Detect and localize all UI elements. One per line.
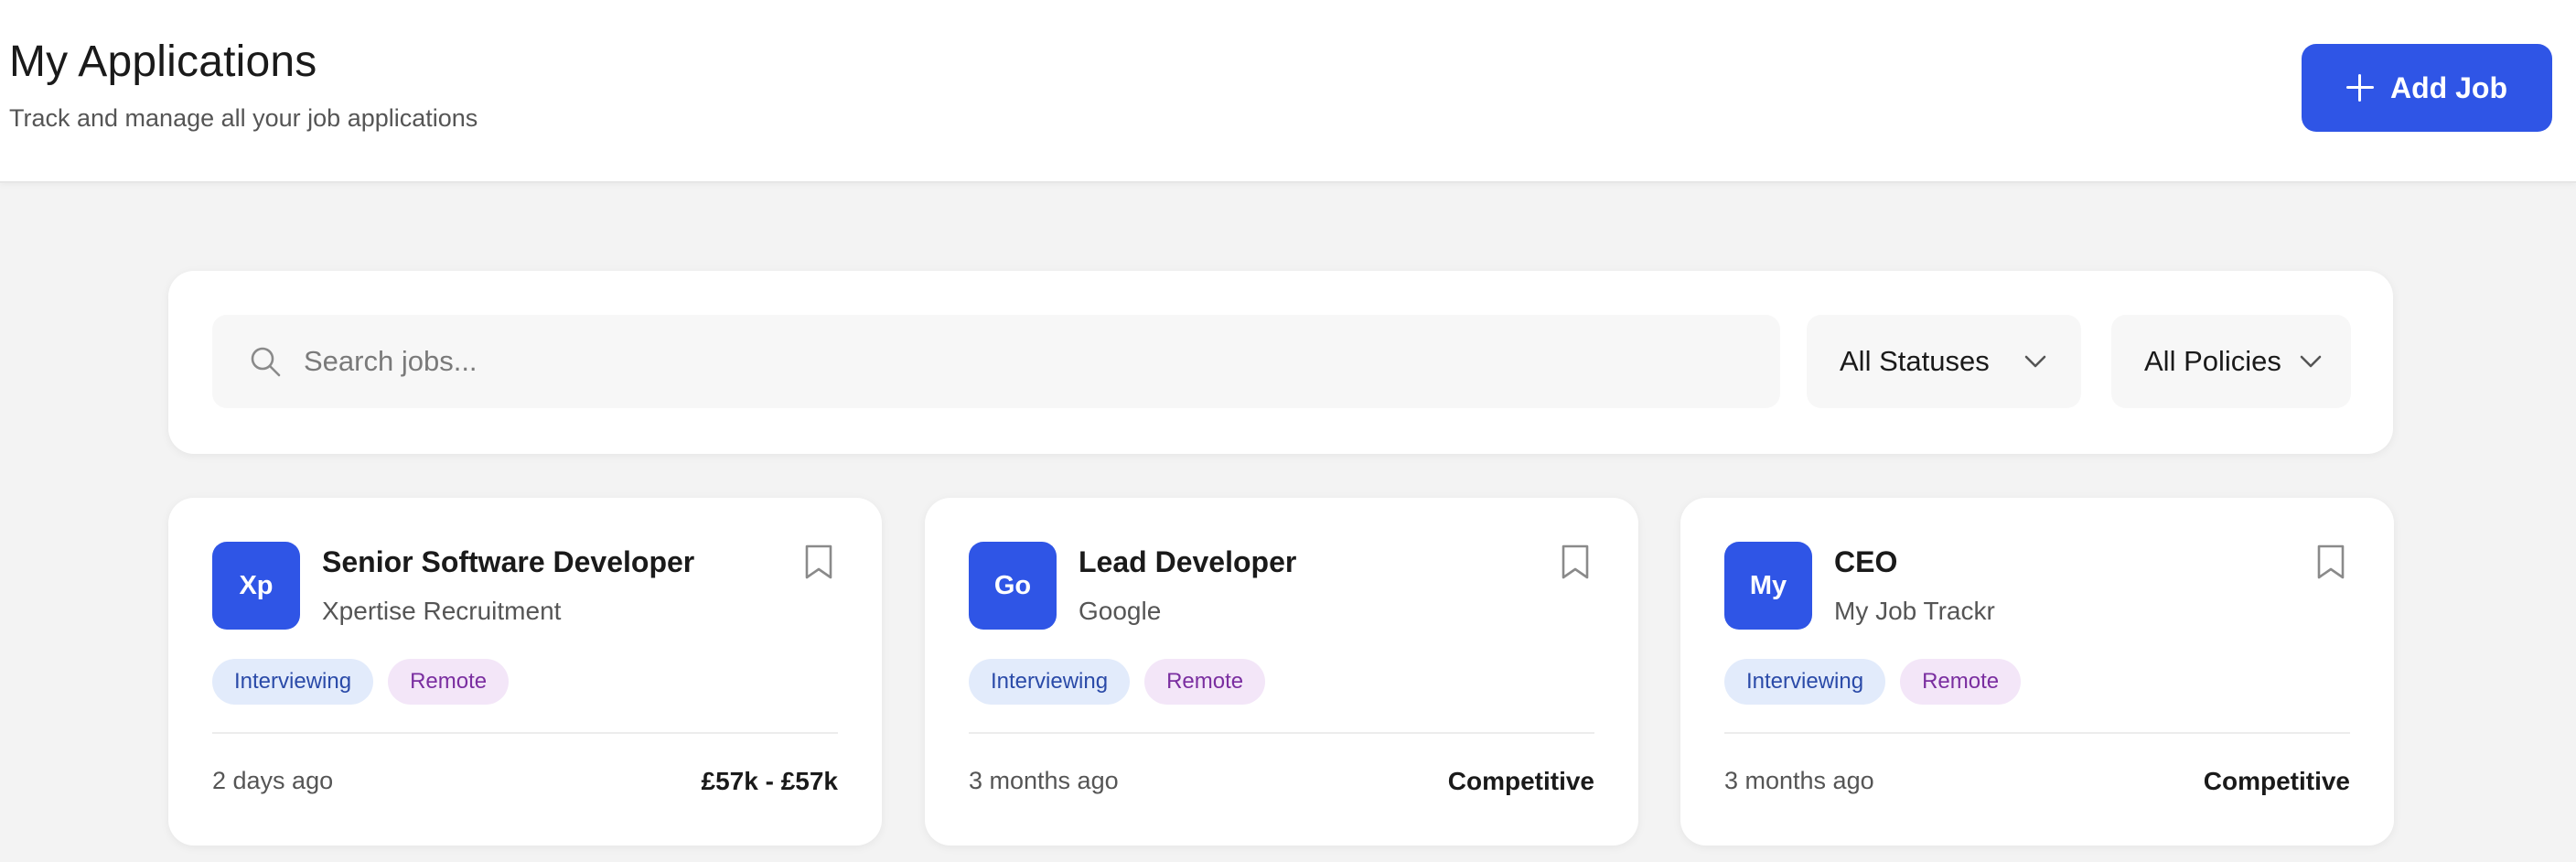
tag-list: Interviewing Remote [1724,659,2022,705]
search-icon [251,347,281,377]
bookmark-icon[interactable] [2315,544,2346,580]
job-card[interactable]: Xp Senior Software Developer Xpertise Re… [168,498,882,846]
job-title: Senior Software Developer [322,545,695,578]
company-logo: Go [969,542,1057,630]
policy-tag: Remote [1900,659,2022,705]
job-title: Lead Developer [1079,545,1297,578]
company-name: Google [1079,597,1162,625]
tag-list: Interviewing Remote [969,659,1266,705]
policy-filter-select[interactable]: All Policies [2111,315,2351,408]
status-tag: Interviewing [969,659,1131,705]
status-tag: Interviewing [212,659,374,705]
job-card[interactable]: My CEO My Job Trackr Interviewing Remote… [1680,498,2394,846]
top-bar: My Applications Track and manage all you… [0,0,2576,183]
add-job-button[interactable]: Add Job [2302,44,2552,132]
posted-time: 3 months ago [1724,767,1874,794]
bookmark-icon[interactable] [803,544,834,580]
company-logo: Xp [212,542,300,630]
search-box[interactable] [212,315,1780,408]
salary: Competitive [2203,767,2350,795]
status-tag: Interviewing [1724,659,1886,705]
posted-time: 3 months ago [969,767,1119,794]
divider [969,732,1594,734]
salary: £57k - £57k [701,767,838,795]
plus-icon [2346,74,2374,102]
status-filter-label: All Statuses [1840,345,1990,377]
filter-panel: All Statuses All Policies [168,271,2393,454]
company-logo: My [1724,542,1812,630]
page-subtitle: Track and manage all your job applicatio… [9,104,478,132]
policy-tag: Remote [388,659,510,705]
chevron-down-icon [2024,355,2046,368]
job-card[interactable]: Go Lead Developer Google Interviewing Re… [925,498,1638,846]
tag-list: Interviewing Remote [212,659,510,705]
status-filter-select[interactable]: All Statuses [1807,315,2081,408]
salary: Competitive [1447,767,1594,795]
chevron-down-icon [2300,355,2322,368]
policy-filter-label: All Policies [2144,345,2281,377]
policy-tag: Remote [1144,659,1266,705]
search-input[interactable] [304,315,1749,408]
posted-time: 2 days ago [212,767,334,794]
company-name: My Job Trackr [1834,597,1995,625]
page-title: My Applications [9,38,317,86]
bookmark-icon[interactable] [1560,544,1591,580]
divider [212,732,838,734]
divider [1724,732,2350,734]
job-title: CEO [1834,545,1898,578]
add-job-button-label: Add Job [2390,70,2507,104]
company-name: Xpertise Recruitment [322,597,562,625]
